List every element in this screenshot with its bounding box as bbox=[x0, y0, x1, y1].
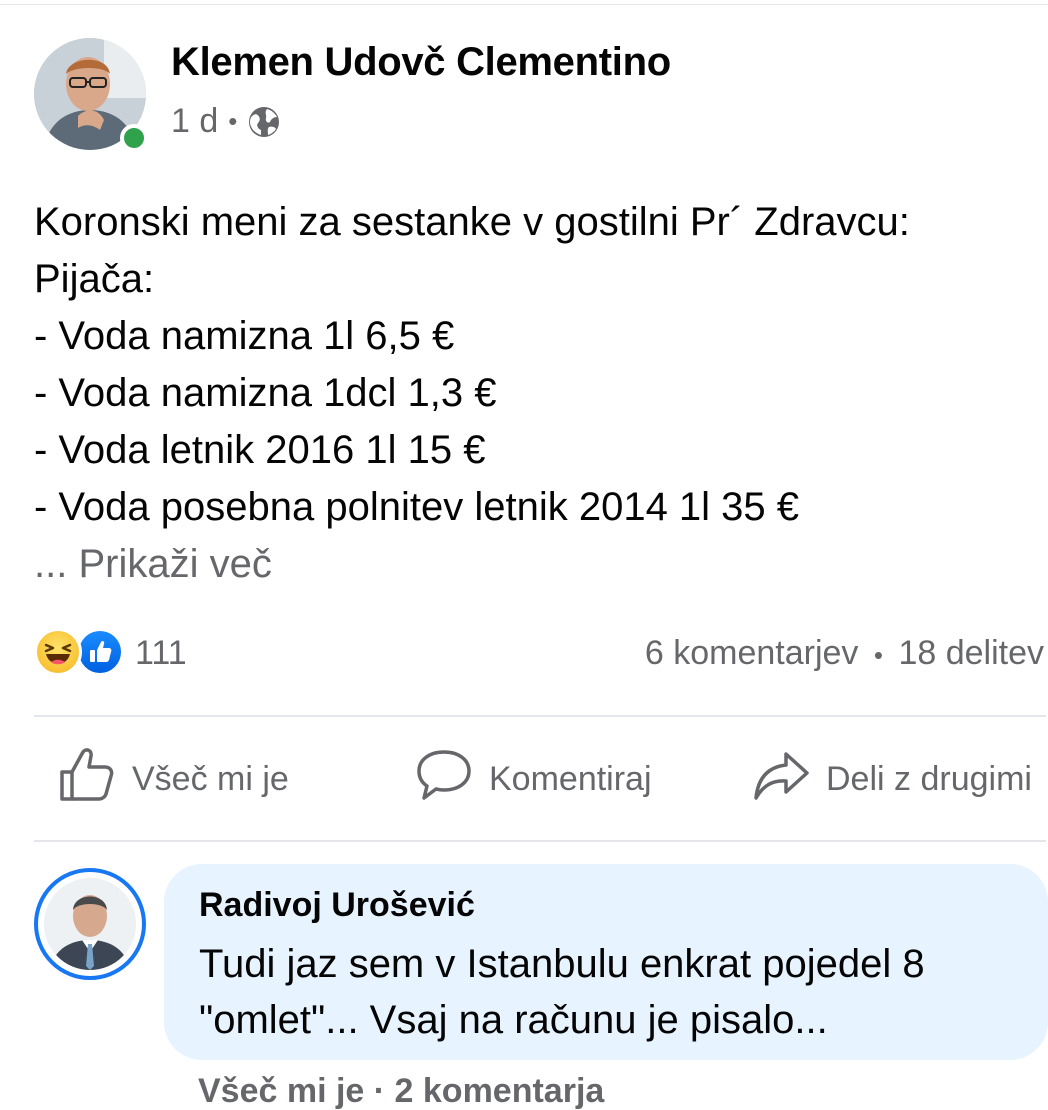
comment-text: Tudi jaz sem v Istanbulu enkrat pojedel … bbox=[199, 936, 1029, 1048]
post-text-line: - Voda posebna polnitev letnik 2014 1l 3… bbox=[34, 485, 800, 529]
actions-bottom-divider bbox=[34, 840, 1046, 842]
top-divider bbox=[0, 4, 1048, 5]
comment-text-line: "omlet"... Vsaj na računu je pisalo... bbox=[199, 998, 828, 1042]
online-status-dot bbox=[120, 124, 148, 152]
see-more-link[interactable]: ... Prikaži več bbox=[34, 536, 1034, 593]
comment-icon bbox=[415, 746, 489, 813]
author-name[interactable]: Klemen Udovč Clementino bbox=[171, 40, 671, 85]
like-label: Všeč mi je bbox=[132, 759, 289, 798]
shares-count[interactable]: 18 delitev bbox=[898, 634, 1044, 672]
post-text-line: - Voda namizna 1l 6,5 € bbox=[34, 314, 455, 358]
reactions-summary: 111 6 komentarjev • 18 delitev bbox=[34, 626, 1046, 686]
post-time[interactable]: 1 d bbox=[171, 102, 218, 141]
post-text-line: - Voda letnik 2016 1l 15 € bbox=[34, 428, 486, 472]
reaction-icons[interactable] bbox=[34, 628, 130, 678]
actions-top-divider bbox=[34, 715, 1046, 717]
comment-button[interactable]: Komentiraj bbox=[415, 744, 652, 814]
thumbs-up-icon bbox=[58, 746, 132, 813]
engagement-counts: 6 komentarjev • 18 delitev bbox=[645, 634, 1044, 673]
like-icon bbox=[76, 628, 124, 676]
share-icon bbox=[752, 746, 826, 813]
reaction-count[interactable]: 111 bbox=[135, 634, 187, 673]
share-button[interactable]: Deli z drugimi bbox=[752, 744, 1032, 814]
like-button[interactable]: Všeč mi je bbox=[58, 744, 289, 814]
post-text-line: Koronski meni za sestanke v gostilni Pr´… bbox=[34, 200, 910, 244]
comments-count[interactable]: 6 komentarjev bbox=[645, 634, 859, 672]
commenter-avatar[interactable] bbox=[34, 868, 146, 980]
comment-bubble[interactable]: Radivoj Urošević Tudi jaz sem v Istanbul… bbox=[164, 864, 1048, 1060]
share-label: Deli z drugimi bbox=[826, 759, 1032, 798]
post-text: Koronski meni za sestanke v gostilni Pr´… bbox=[34, 194, 1034, 593]
comment-footer-partial[interactable]: Všeč mi je · 2 komentarja bbox=[198, 1074, 604, 1108]
meta-separator: • bbox=[228, 106, 238, 136]
commenter-name[interactable]: Radivoj Urošević bbox=[199, 886, 475, 925]
post-meta: 1 d • bbox=[171, 102, 281, 141]
globe-icon bbox=[247, 105, 281, 139]
post-text-line: Pijača: bbox=[34, 257, 155, 301]
author-avatar[interactable] bbox=[34, 38, 148, 152]
counts-separator: • bbox=[873, 640, 883, 670]
haha-icon bbox=[34, 628, 82, 676]
comment-text-line: Tudi jaz sem v Istanbulu enkrat pojedel … bbox=[199, 942, 925, 986]
comment-label: Komentiraj bbox=[489, 759, 652, 798]
post-text-line: - Voda namizna 1dcl 1,3 € bbox=[34, 371, 497, 415]
post-header: Klemen Udovč Clementino 1 d • bbox=[34, 38, 1034, 158]
